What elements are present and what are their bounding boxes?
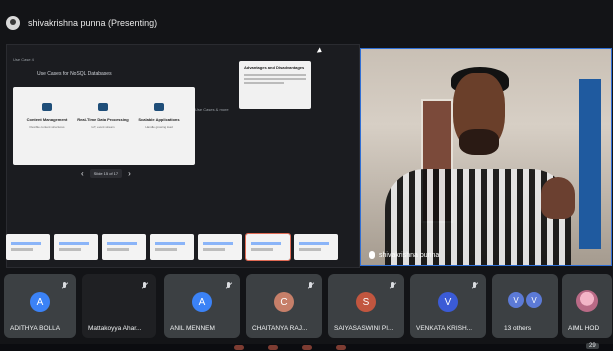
participant-photo-avatar: [576, 290, 598, 312]
participant-name: AIML HOD: [568, 325, 600, 332]
participant-tile[interactable]: Mattakoyya Ahar...: [82, 274, 156, 338]
mic-muted-icon: [61, 282, 68, 289]
participant-tile[interactable]: A ANIL MENNEM: [164, 274, 240, 338]
next-slide-icon[interactable]: ›: [128, 169, 131, 178]
slide-thumbnail-selected[interactable]: [245, 233, 291, 261]
participant-tile[interactable]: AIML HOD: [562, 274, 612, 338]
control-button[interactable]: [268, 345, 278, 350]
mic-muted-icon: [225, 282, 232, 289]
bottom-controls: [0, 344, 613, 351]
note-title: Advantages and Disadvantages: [244, 65, 305, 70]
participant-tiles: A ADITHYA BOLLA Mattakoyya Ahar... A ANI…: [0, 274, 613, 342]
others-count: 13 others: [504, 325, 532, 332]
slide-thumbnail[interactable]: [6, 234, 50, 260]
mic-muted-icon: [141, 282, 148, 289]
slide-card-label-1: Real-Time Data Processing: [77, 117, 129, 122]
slide-card-1: Real-Time Data Processing IoT, event str…: [75, 103, 131, 129]
participant-avatar: A: [30, 292, 50, 312]
slide-card-0: Content Management Flexible content stru…: [19, 103, 75, 129]
others-tile[interactable]: V V 13 others: [492, 274, 558, 338]
presenter-beard: [459, 129, 499, 155]
participant-avatar: C: [274, 292, 294, 312]
slide-mini-right: Use Cases & more: [195, 107, 229, 112]
slide-title: Use Cases for NoSQL Databases: [37, 71, 112, 77]
participants-count-badge[interactable]: 29: [586, 343, 599, 349]
mic-icon: [369, 251, 375, 259]
slide-main-card: Content Management Flexible content stru…: [13, 87, 195, 165]
presenter-avatar: [6, 16, 20, 30]
video-name-label: shivakrishna punna: [369, 251, 439, 259]
participant-avatar: S: [356, 292, 376, 312]
slide-note-card: Advantages and Disadvantages: [239, 61, 311, 109]
slide-card-sub-0: Flexible content structures: [29, 125, 65, 129]
slide-navigation: ‹ Slide 15 of 17 ›: [81, 169, 131, 178]
slide-thumbnail[interactable]: [198, 234, 242, 260]
slide-card-sub-2: Handle growing load: [145, 125, 173, 129]
others-avatar: V: [526, 292, 542, 308]
participant-name: VENKATA KRISH...: [416, 325, 473, 332]
participant-tile[interactable]: S SAIYASASWINI PI...: [328, 274, 404, 338]
background-curtain: [579, 79, 601, 249]
control-button[interactable]: [234, 345, 244, 350]
presenter-bar: shivakrishna punna (Presenting): [6, 10, 157, 36]
content-management-icon: [42, 103, 52, 111]
others-avatars: V V: [508, 292, 542, 308]
participant-tile[interactable]: A ADITHYA BOLLA: [4, 274, 76, 338]
real-time-processing-icon: [98, 103, 108, 111]
slide-thumbnail[interactable]: [150, 234, 194, 260]
prev-slide-icon[interactable]: ‹: [81, 169, 84, 178]
slide-card-label-2: Scalable Applications: [138, 117, 180, 122]
scalable-apps-icon: [154, 103, 164, 111]
participant-tile[interactable]: C CHAITANYA RAJ...: [246, 274, 322, 338]
participant-name: Mattakoyya Ahar...: [88, 325, 142, 332]
presenter-video-tile[interactable]: shivakrishna punna: [360, 48, 612, 266]
participant-tile[interactable]: V VENKATA KRISH...: [410, 274, 486, 338]
presenter-hand: [541, 177, 575, 219]
slide-page-indicator: Slide 15 of 17: [89, 169, 123, 178]
others-avatar: V: [508, 292, 524, 308]
meeting-screen: shivakrishna punna (Presenting) Use Case…: [0, 0, 613, 351]
participant-name: ANIL MENNEM: [170, 325, 215, 332]
slide-thumbnail[interactable]: [294, 234, 338, 260]
participant-avatar: V: [438, 292, 458, 312]
slide-thumbnail[interactable]: [54, 234, 98, 260]
slide-card-2: Scalable Applications Handle growing loa…: [131, 103, 187, 129]
participant-name: CHAITANYA RAJ...: [252, 325, 308, 332]
participant-name: SAIYASASWINI PI...: [334, 325, 394, 332]
participant-avatar: A: [192, 292, 212, 312]
video-name-text: shivakrishna punna: [379, 251, 440, 259]
slide-mini-left: Use Case 4: [13, 57, 34, 62]
presenter-label: shivakrishna punna (Presenting): [28, 18, 158, 28]
slide-thumbnail[interactable]: [102, 234, 146, 260]
mic-muted-icon: [389, 282, 396, 289]
slide-card-sub-1: IoT, event stream: [91, 125, 115, 129]
slide-thumbnail-strip: [6, 233, 338, 261]
slide-card-label-0: Content Management: [26, 117, 68, 122]
control-button[interactable]: [336, 345, 346, 350]
control-button[interactable]: [302, 345, 312, 350]
mic-muted-icon: [307, 282, 314, 289]
participant-name: ADITHYA BOLLA: [10, 325, 61, 332]
mic-muted-icon: [471, 282, 478, 289]
